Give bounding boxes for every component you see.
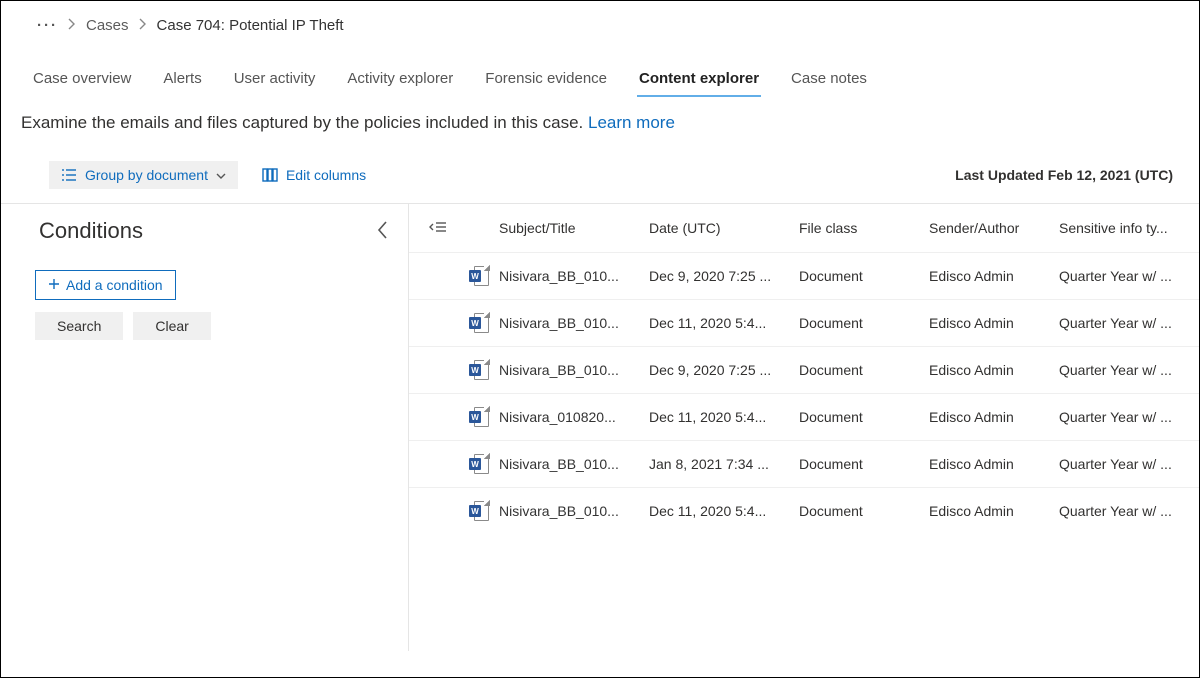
cell-sensitive: Quarter Year w/ ... xyxy=(1059,315,1191,331)
breadcrumb-overflow[interactable]: ··· xyxy=(37,17,58,34)
tab-user-activity[interactable]: User activity xyxy=(232,66,318,97)
row-icon-cell: W xyxy=(429,454,499,474)
group-by-button[interactable]: Group by document xyxy=(49,161,238,189)
cell-subject: Nisivara_BB_010... xyxy=(499,268,649,284)
cell-sensitive: Quarter Year w/ ... xyxy=(1059,268,1191,284)
row-icon-cell: W xyxy=(429,313,499,333)
cell-date: Dec 9, 2020 7:25 ... xyxy=(649,362,799,378)
edit-columns-button[interactable]: Edit columns xyxy=(252,161,376,189)
edit-columns-label: Edit columns xyxy=(286,167,366,183)
col-sensitive[interactable]: Sensitive info ty... xyxy=(1059,220,1191,236)
cell-subject: Nisivara_BB_010... xyxy=(499,362,649,378)
cell-date: Dec 9, 2020 7:25 ... xyxy=(649,268,799,284)
tab-forensic-evidence[interactable]: Forensic evidence xyxy=(483,66,609,97)
cell-date: Jan 8, 2021 7:34 ... xyxy=(649,456,799,472)
breadcrumb-cases[interactable]: Cases xyxy=(86,17,129,34)
results-table: Subject/Title Date (UTC) File class Send… xyxy=(409,203,1199,651)
learn-more-link[interactable]: Learn more xyxy=(588,113,675,132)
collapse-column-icon[interactable] xyxy=(429,220,447,237)
tab-case-overview[interactable]: Case overview xyxy=(31,66,133,97)
tab-case-notes[interactable]: Case notes xyxy=(789,66,869,97)
table-row[interactable]: W Nisivara_BB_010...Dec 11, 2020 5:4...Do… xyxy=(409,487,1199,534)
tab-alerts[interactable]: Alerts xyxy=(161,66,203,97)
columns-icon xyxy=(262,168,278,182)
plus-icon xyxy=(48,277,60,293)
add-condition-button[interactable]: Add a condition xyxy=(35,270,176,300)
conditions-title: Conditions xyxy=(39,218,143,244)
breadcrumb-current[interactable]: Case 704: Potential IP Theft xyxy=(157,17,344,34)
word-document-icon: W xyxy=(471,501,489,521)
cell-date: Dec 11, 2020 5:4... xyxy=(649,315,799,331)
cell-author: Edisco Admin xyxy=(929,409,1059,425)
table-row[interactable]: W Nisivara_BB_010...Dec 9, 2020 7:25 ...D… xyxy=(409,252,1199,299)
cell-author: Edisco Admin xyxy=(929,362,1059,378)
chevron-left-icon xyxy=(376,219,390,241)
breadcrumb: ··· Cases Case 704: Potential IP Theft xyxy=(1,1,1199,34)
tab-bar: Case overview Alerts User activity Activ… xyxy=(1,34,1199,97)
cell-author: Edisco Admin xyxy=(929,268,1059,284)
tab-content-explorer[interactable]: Content explorer xyxy=(637,66,761,97)
cell-date: Dec 11, 2020 5:4... xyxy=(649,503,799,519)
collapse-panel-button[interactable] xyxy=(376,219,390,244)
word-document-icon: W xyxy=(471,454,489,474)
chevron-down-icon xyxy=(216,167,226,183)
table-row[interactable]: W Nisivara_BB_010...Dec 11, 2020 5:4...Do… xyxy=(409,299,1199,346)
row-icon-cell: W xyxy=(429,407,499,427)
cell-subject: Nisivara_010820... xyxy=(499,409,649,425)
cell-subject: Nisivara_BB_010... xyxy=(499,315,649,331)
description-text: Examine the emails and files captured by… xyxy=(21,113,588,132)
cell-sensitive: Quarter Year w/ ... xyxy=(1059,409,1191,425)
row-icon-cell: W xyxy=(429,501,499,521)
cell-sensitive: Quarter Year w/ ... xyxy=(1059,362,1191,378)
word-document-icon: W xyxy=(471,360,489,380)
cell-sensitive: Quarter Year w/ ... xyxy=(1059,456,1191,472)
word-document-icon: W xyxy=(471,266,489,286)
row-icon-cell: W xyxy=(429,266,499,286)
table-row[interactable]: W Nisivara_BB_010...Jan 8, 2021 7:34 ...D… xyxy=(409,440,1199,487)
word-document-icon: W xyxy=(471,407,489,427)
cell-file-class: Document xyxy=(799,268,929,284)
cell-subject: Nisivara_BB_010... xyxy=(499,456,649,472)
conditions-panel: Conditions Add a condition Search Clear xyxy=(1,203,409,651)
cell-author: Edisco Admin xyxy=(929,315,1059,331)
col-file-class[interactable]: File class xyxy=(799,220,929,236)
last-updated-text: Last Updated Feb 12, 2021 (UTC) xyxy=(955,167,1173,183)
add-condition-label: Add a condition xyxy=(66,277,163,293)
row-icon-cell: W xyxy=(429,360,499,380)
toolbar: Group by document Edit columns Last Upda… xyxy=(1,133,1199,189)
col-author[interactable]: Sender/Author xyxy=(929,220,1059,236)
cell-author: Edisco Admin xyxy=(929,503,1059,519)
table-header-row: Subject/Title Date (UTC) File class Send… xyxy=(409,204,1199,252)
cell-file-class: Document xyxy=(799,456,929,472)
chevron-right-icon xyxy=(139,17,147,34)
table-row[interactable]: W Nisivara_BB_010...Dec 9, 2020 7:25 ...D… xyxy=(409,346,1199,393)
cell-sensitive: Quarter Year w/ ... xyxy=(1059,503,1191,519)
cell-file-class: Document xyxy=(799,503,929,519)
cell-file-class: Document xyxy=(799,315,929,331)
clear-button[interactable]: Clear xyxy=(133,312,210,340)
page-description: Examine the emails and files captured by… xyxy=(1,97,1199,133)
search-button[interactable]: Search xyxy=(35,312,123,340)
word-document-icon: W xyxy=(471,313,489,333)
group-by-label: Group by document xyxy=(85,167,208,183)
cell-author: Edisco Admin xyxy=(929,456,1059,472)
cell-file-class: Document xyxy=(799,409,929,425)
col-subject[interactable]: Subject/Title xyxy=(499,220,649,236)
cell-date: Dec 11, 2020 5:4... xyxy=(649,409,799,425)
chevron-right-icon xyxy=(68,17,76,34)
list-group-icon xyxy=(61,168,77,182)
col-date[interactable]: Date (UTC) xyxy=(649,220,799,236)
table-row[interactable]: W Nisivara_010820...Dec 11, 2020 5:4...Do… xyxy=(409,393,1199,440)
tab-activity-explorer[interactable]: Activity explorer xyxy=(345,66,455,97)
cell-file-class: Document xyxy=(799,362,929,378)
cell-subject: Nisivara_BB_010... xyxy=(499,503,649,519)
